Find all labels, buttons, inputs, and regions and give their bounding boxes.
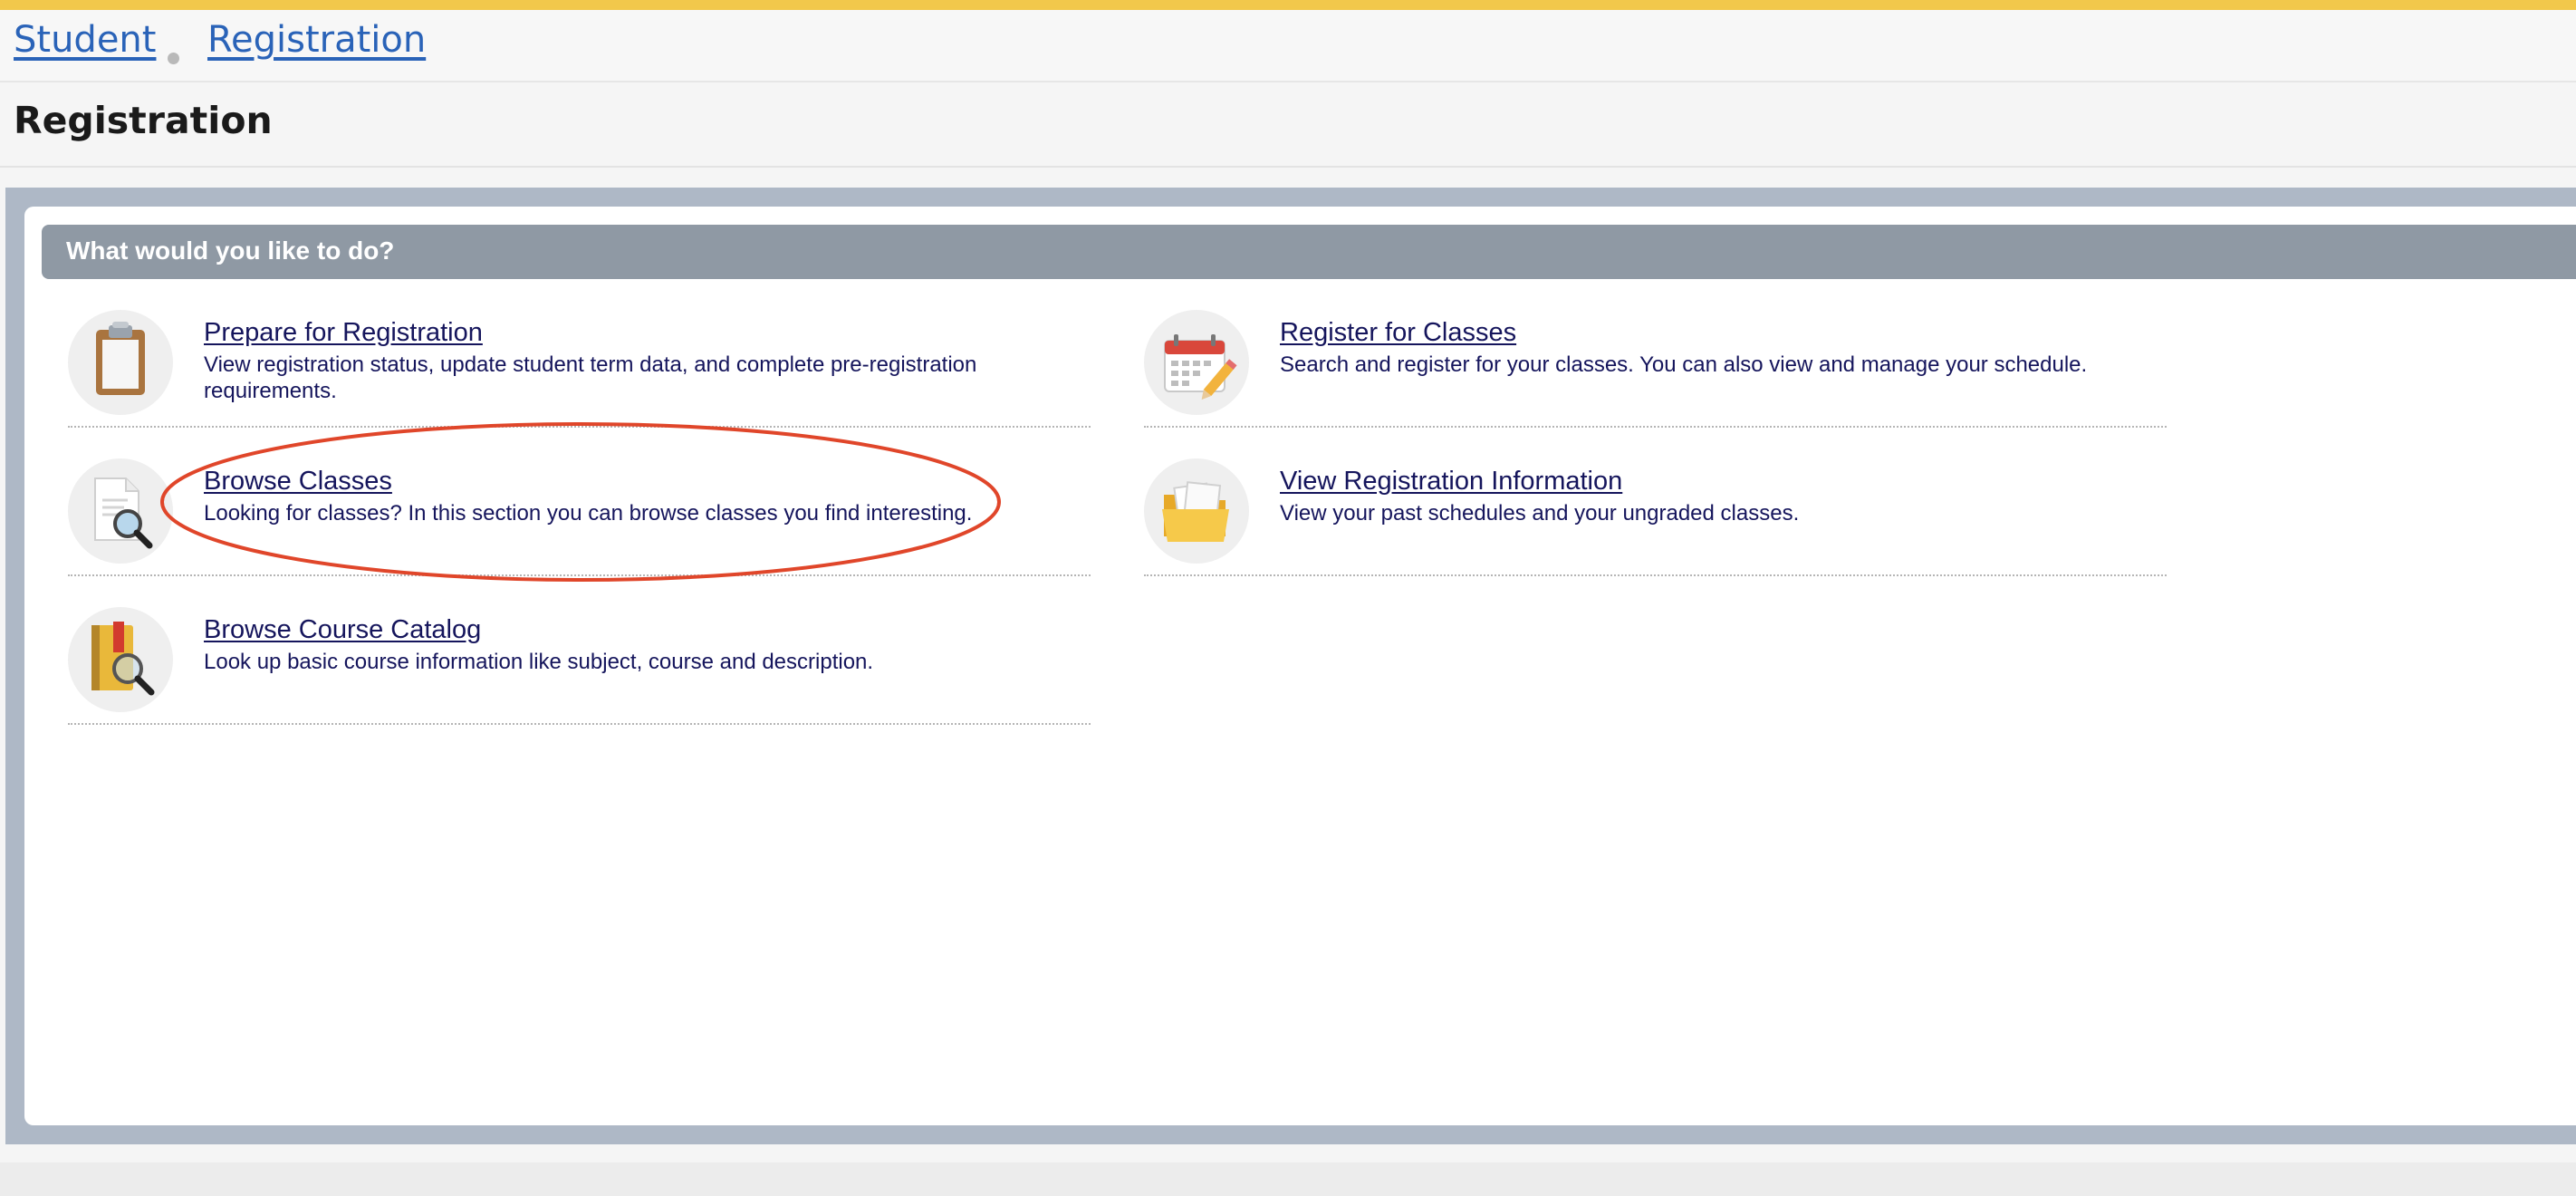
page-title: Registration	[14, 99, 273, 142]
page-title-bar: Registration	[0, 82, 2576, 168]
prepare-for-registration-description: View registration status, update student…	[204, 352, 977, 403]
panel-header-text: What would you like to do?	[66, 236, 395, 265]
clipboard-icon	[68, 310, 173, 415]
action-prepare-for-registration: Prepare for Registration View registrati…	[68, 279, 1091, 428]
action-view-registration-information: View Registration Information View your …	[1144, 428, 2167, 576]
book-search-icon	[68, 607, 173, 712]
view-registration-information-description: View your past schedules and your ungrad…	[1280, 501, 1800, 526]
browse-course-catalog-description: Look up basic course information like su…	[204, 650, 874, 674]
register-for-classes-link[interactable]: Register for Classes	[1280, 318, 1516, 348]
browse-classes-link[interactable]: Browse Classes	[204, 467, 392, 497]
panel-header: What would you like to do?	[42, 225, 2576, 279]
document-search-icon	[68, 458, 173, 564]
action-browse-classes: Browse Classes Looking for classes? In t…	[68, 428, 1091, 576]
register-for-classes-description: Search and register for your classes. Yo…	[1280, 352, 2088, 377]
breadcrumb-student-link[interactable]: Student	[14, 19, 156, 61]
browse-classes-description: Looking for classes? In this section you…	[204, 501, 973, 526]
calendar-icon	[1144, 310, 1249, 415]
action-browse-course-catalog: Browse Course Catalog Look up basic cour…	[68, 576, 1091, 725]
browse-course-catalog-link[interactable]: Browse Course Catalog	[204, 615, 481, 645]
breadcrumb-registration-link[interactable]: Registration	[207, 19, 426, 61]
footer-strip	[0, 1162, 2576, 1196]
prepare-for-registration-link[interactable]: Prepare for Registration	[204, 318, 483, 348]
breadcrumb-separator	[168, 53, 179, 64]
action-register-for-classes: Register for Classes Search and register…	[1144, 279, 2167, 428]
view-registration-information-link[interactable]: View Registration Information	[1280, 467, 1622, 497]
breadcrumb: Student Registration	[0, 10, 2576, 82]
folder-icon	[1144, 458, 1249, 564]
